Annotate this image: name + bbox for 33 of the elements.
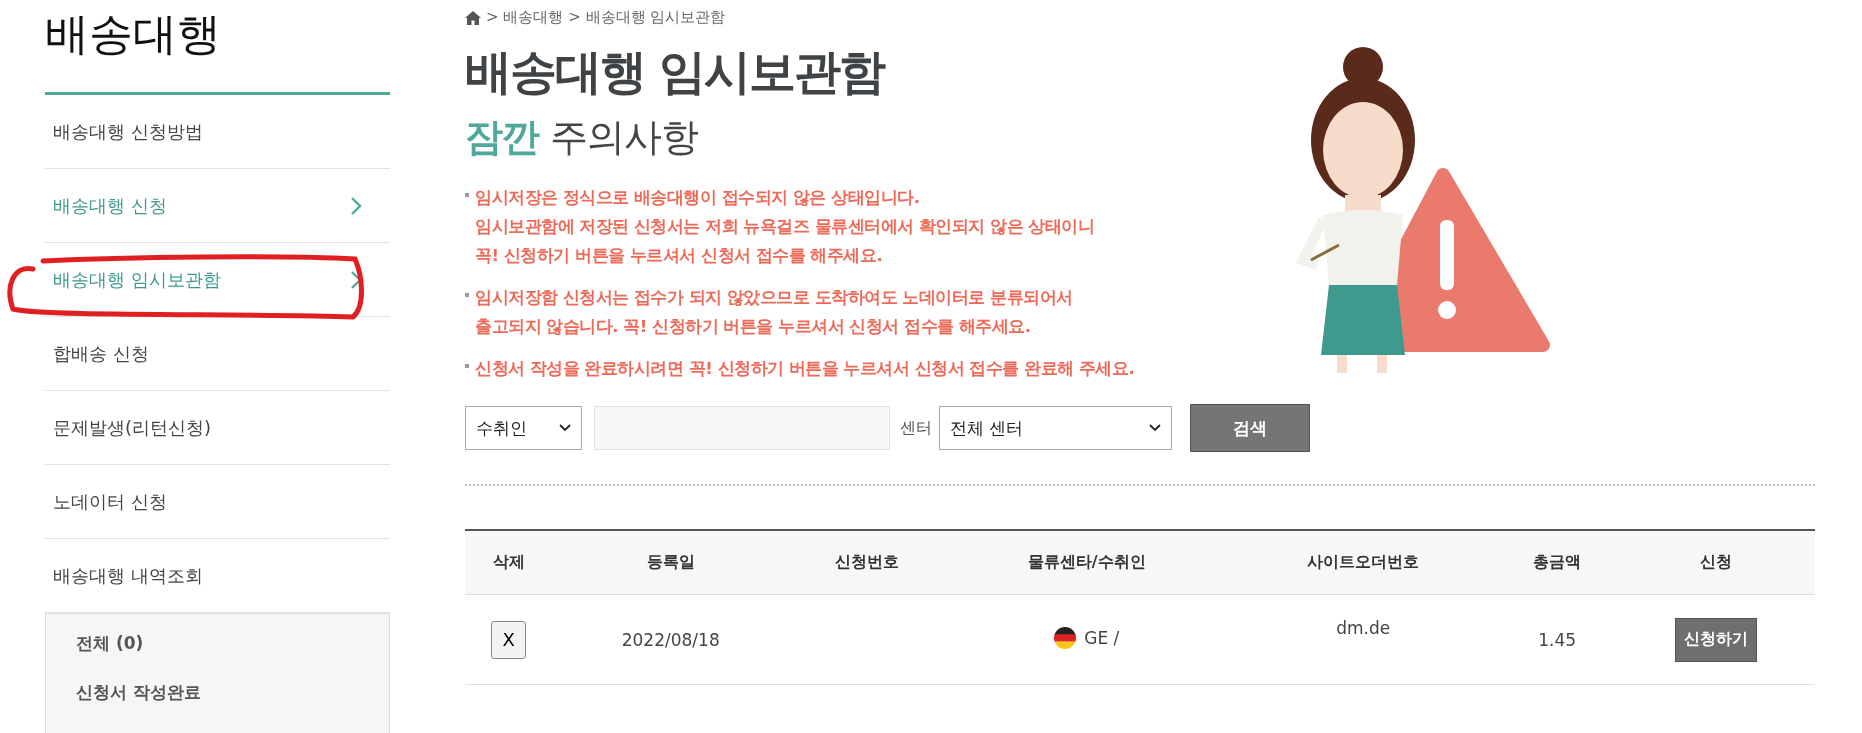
sidebar-item[interactable]: 문제발생(리턴신청) (45, 391, 390, 465)
notice-text: 임시저장함 신청서는 접수가 되지 않았으므로 도착하여도 노데이터로 분류되어서 출고되지 않습니다. 꼭! 신청하기 버튼을 누르셔서 신청서 접수를 해주세요. (475, 287, 1073, 338)
sidebar-item[interactable]: 배송대행 임시보관함 (45, 243, 390, 317)
table-cell: 2022/08/18 (621, 629, 720, 650)
sidebar-title: 배송대행 (45, 7, 222, 61)
status-group-label: 신청서 작성완료 (76, 681, 202, 704)
field-select[interactable]: 수취인 (465, 406, 582, 450)
status-total[interactable]: 전체 (0) (76, 632, 359, 655)
notice-text: 신청서 작성을 완료하시려면 꼭! 신청하기 버튼을 누르셔서 신청서 접수를 완료해 주세요. (475, 358, 1135, 380)
sidebar-item[interactable]: 배송대행 신청방법 (45, 95, 390, 169)
breadcrumb-link[interactable]: > 배송대행 임시보관함 (568, 8, 726, 27)
center-select[interactable]: 전체 센터 (939, 406, 1172, 450)
table-cell: dm.de (1336, 617, 1391, 638)
apply-button[interactable]: 신청하기 (1674, 617, 1757, 662)
breadcrumb-link[interactable]: > 배송대행 (486, 8, 564, 27)
sidebar-item[interactable]: 배송대행 신청 (45, 169, 390, 243)
page-heading: 배송대행 임시보관함 (465, 43, 886, 101)
column-header: 등록일 (552, 530, 789, 595)
notice-heading: 잠깐 주의사항 (465, 114, 700, 161)
sidebar-item[interactable]: 노데이터 신청 (45, 465, 390, 539)
delete-button[interactable]: X (491, 620, 527, 659)
column-header: 총금액 (1498, 530, 1617, 595)
table-cell: GE / (1084, 627, 1120, 648)
table-cell: 1.45 (1538, 629, 1577, 650)
column-header: 사이트오더번호 (1228, 530, 1499, 595)
notice-text: 임시저장은 정식으로 배송대행이 접수되지 않은 상태입니다. 임시보관함에 저장된 신청서는 저희 뉴욕걸즈 물류센터에서 확인되지 않은 상태이니 꼭! 신청하기 버튼을 누르셔서 신청서 접수를 해주세요. (475, 187, 1095, 267)
column-header: 신청번호 (788, 530, 946, 595)
column-header: 삭제 (465, 530, 553, 595)
sidebar-item[interactable]: 합배송 신청 (45, 317, 390, 391)
search-button[interactable]: 검색 (1190, 404, 1310, 452)
center-label: 센터 (900, 417, 932, 439)
column-header: 신청 (1616, 530, 1815, 595)
column-header: 물류센타/수취인 (945, 530, 1229, 595)
